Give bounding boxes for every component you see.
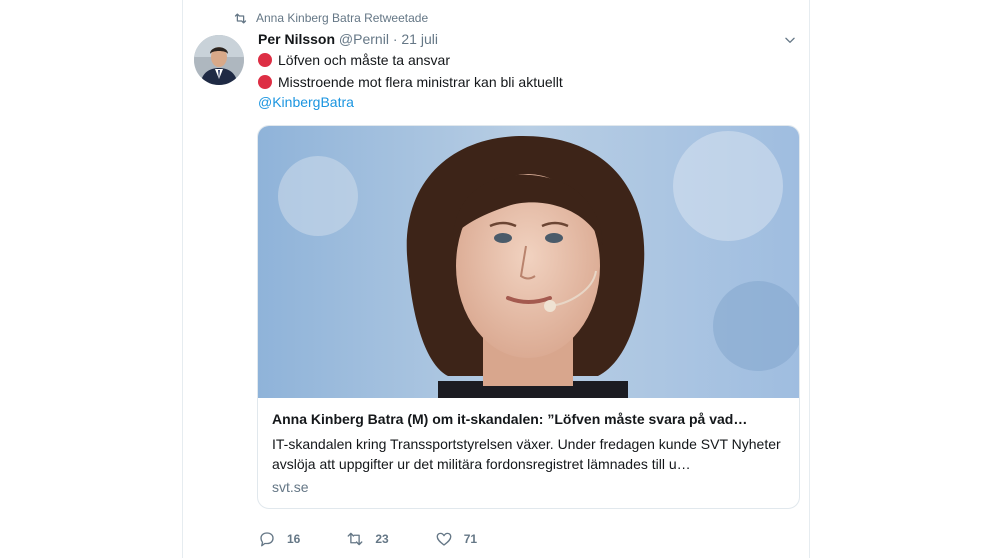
separator-dot: · xyxy=(392,31,398,47)
retweet-context-label: Anna Kinberg Batra Retweetade xyxy=(256,11,429,25)
card-domain: svt.se xyxy=(272,479,309,495)
retweet-icon xyxy=(234,13,247,23)
author-name[interactable]: Per Nilsson xyxy=(258,31,335,47)
heart-icon xyxy=(436,532,452,546)
tweet-line: Misstroende mot flera ministrar kan bli … xyxy=(258,72,563,92)
reply-button[interactable]: 16 xyxy=(258,530,300,548)
like-button[interactable]: 71 xyxy=(435,530,477,548)
reply-count: 16 xyxy=(287,532,301,546)
mention-link[interactable]: @KinbergBatra xyxy=(258,94,354,110)
tweet-line-text: Misstroende mot flera ministrar kan bli … xyxy=(278,74,563,90)
card-title[interactable]: Anna Kinberg Batra (M) om it-skandalen: … xyxy=(272,411,786,427)
retweet-icon xyxy=(347,532,363,546)
chevron-down-icon[interactable] xyxy=(783,33,797,47)
card-description: IT-skandalen kring Transsportstyrelsen v… xyxy=(272,436,781,472)
avatar[interactable] xyxy=(194,35,244,85)
tweet-line-text: Löfven och måste ta ansvar xyxy=(278,52,450,68)
retweet-context[interactable]: Anna Kinberg Batra Retweetade xyxy=(233,9,428,27)
tweet-actions: 16 23 71 xyxy=(258,529,523,549)
tweet-header: Per Nilsson @Pernil · 21 juli xyxy=(258,31,438,49)
link-card[interactable]: Anna Kinberg Batra (M) om it-skandalen: … xyxy=(257,125,800,509)
card-photo xyxy=(258,126,799,398)
tweet-line: Löfven och måste ta ansvar xyxy=(258,50,450,70)
author-handle[interactable]: @Pernil xyxy=(339,31,389,47)
like-count: 71 xyxy=(463,532,478,546)
red-stop-sign-emoji-icon xyxy=(258,75,272,89)
reply-icon xyxy=(260,532,274,547)
retweet-count: 23 xyxy=(375,532,389,546)
tweet-date[interactable]: 21 juli xyxy=(401,31,438,47)
retweet-button[interactable]: 23 xyxy=(346,530,389,548)
red-stop-sign-emoji-icon xyxy=(258,53,272,67)
